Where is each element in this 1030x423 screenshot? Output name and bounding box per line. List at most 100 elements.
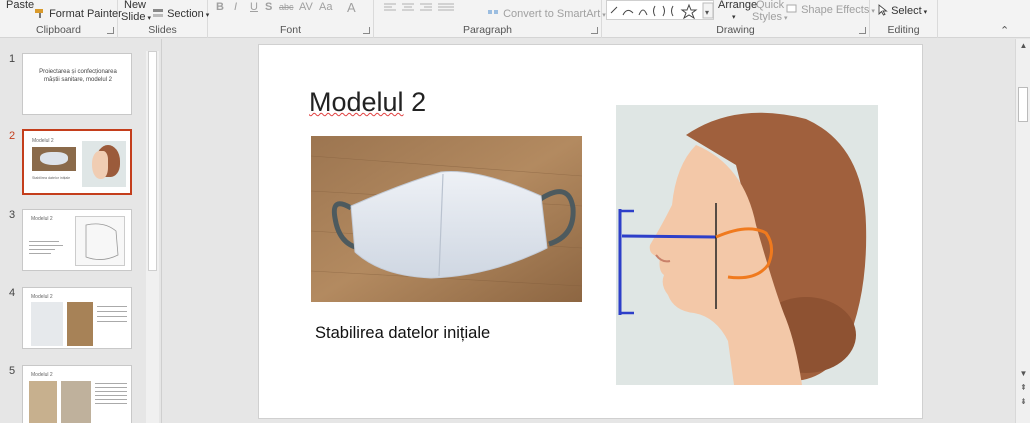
thumbnail-title: Modelul 2 [31, 294, 53, 300]
format-painter-button[interactable]: Format Painter [34, 8, 122, 20]
strikethrough-button[interactable]: abc [279, 2, 294, 12]
shadow-button[interactable]: S [265, 1, 272, 13]
thumbnail-text-lines [95, 380, 127, 423]
slide-thumbnail-5[interactable]: Modelul 2 [22, 365, 132, 423]
thumbnail-scrollbar[interactable] [146, 51, 159, 423]
section-label: Section [167, 8, 204, 20]
slide-title[interactable]: Modelul 2 [309, 87, 426, 118]
face-profile-drawing [616, 105, 878, 385]
thumbnail-photo-b [67, 302, 93, 346]
slides-group-label: Slides [148, 24, 177, 36]
select-label: Select [891, 5, 922, 17]
paste-button[interactable]: Paste [6, 0, 34, 11]
font-group: B I U S abc AV Aa A Font [208, 0, 374, 38]
clipboard-group-label: Clipboard [36, 24, 81, 36]
face-profile-photo[interactable] [616, 105, 878, 385]
chevron-down-icon: ▾ [923, 9, 928, 16]
thumbnail-title: Modelul 2 [32, 138, 54, 144]
thumbnail-number: 5 [9, 365, 16, 377]
shape-effects-label: Shape Effects [801, 4, 870, 16]
bold-button[interactable]: B [216, 1, 224, 13]
slide-title-word: Modelul [309, 87, 404, 117]
underline-button[interactable]: U [250, 1, 258, 13]
slides-group: New Slide ▾ Section ▾ Slides [118, 0, 209, 38]
font-launcher-icon[interactable] [363, 27, 370, 34]
mask-photo[interactable] [311, 136, 582, 302]
slide-scrollbar-thumb[interactable] [1018, 87, 1028, 122]
chevron-down-icon: ▾ [783, 15, 788, 22]
section-button[interactable]: Section ▾ [152, 8, 209, 20]
thumbnail-number: 3 [9, 209, 16, 221]
editing-group: Select ▾ Editing [870, 0, 938, 38]
svg-text:▾: ▾ [705, 8, 709, 17]
clipboard-group: Paste Format Painter Clipboard [0, 0, 122, 38]
thumbnail-number: 2 [9, 130, 16, 142]
thumbnail-photo-a [29, 381, 57, 423]
paragraph-group: Convert to SmartArt ▾ Paragraph [374, 0, 606, 38]
scroll-down-icon[interactable]: ▼ [1016, 369, 1030, 378]
editing-group-label: Editing [887, 24, 920, 36]
thumbnail-text-lines [29, 238, 65, 266]
thumbnail-number: 4 [9, 287, 16, 299]
columns-icon[interactable] [444, 2, 460, 14]
font-color-button[interactable]: A [347, 0, 356, 15]
drawing-group: ▾ Arrange ▾ Quick Styles ▾ Shape Effects ▾… [602, 0, 875, 38]
thumbnail-caption: Stabilirea datelor inițiale [32, 176, 71, 180]
new-slide-label-2[interactable]: Slide ▾ [121, 11, 151, 23]
convert-smartart-label: Convert to SmartArt [503, 8, 601, 20]
scroll-up-icon[interactable]: ▲ [1016, 41, 1030, 50]
italic-button[interactable]: I [234, 1, 237, 13]
clipboard-launcher-icon[interactable] [107, 27, 114, 34]
font-group-label: Font [279, 24, 301, 36]
shape-effects-icon [786, 4, 797, 13]
slide-thumbnail-3[interactable]: Modelul 2 [22, 209, 132, 271]
thumbnail-title: Modelul 2 [31, 216, 53, 222]
ribbon: Paste Format Painter Clipboard New Slide… [0, 0, 1030, 38]
thumbnail-photo-a [31, 302, 63, 346]
character-spacing-button[interactable]: AV [299, 1, 313, 13]
section-icon [153, 9, 163, 17]
shapes-gallery-icons: ▾ [610, 2, 714, 20]
slide-editor: Modelul 2 Stabilirea datelor inițiale [163, 39, 1015, 423]
arrange-button[interactable]: Arrange [718, 0, 757, 11]
thumbnail-scrollbar-thumb[interactable] [148, 51, 157, 271]
slide-caption[interactable]: Stabilirea datelor inițiale [315, 324, 490, 343]
thumbnail-text-lines [97, 302, 127, 342]
new-slide-button[interactable]: New [124, 0, 146, 11]
thumbnail-title: Proiectarea și confecționarea măștii san… [39, 69, 117, 83]
current-slide[interactable]: Modelul 2 Stabilirea datelor inițiale [258, 44, 923, 419]
cursor-arrow-icon [878, 4, 888, 16]
arrange-chevron-icon[interactable]: ▾ [730, 10, 736, 22]
thumbnail-number: 1 [9, 53, 16, 65]
quick-styles-text: Styles [752, 11, 782, 23]
collapse-ribbon-icon[interactable]: ⌃ [1000, 24, 1009, 37]
smartart-icon [488, 10, 498, 14]
quick-styles-label-2[interactable]: Styles ▾ [752, 11, 787, 23]
format-painter-icon [35, 9, 43, 18]
convert-smartart-button[interactable]: Convert to SmartArt ▾ [488, 8, 606, 20]
slide-title-number: 2 [403, 87, 427, 117]
chevron-down-icon: ▾ [147, 15, 151, 22]
new-slide-text: Slide [121, 11, 146, 23]
slide-thumbnail-2[interactable]: Modelul 2 Stabilirea datelor inițiale [22, 129, 132, 195]
drawing-group-label: Drawing [716, 24, 755, 36]
slide-thumbnail-1[interactable]: Proiectarea și confecționarea măștii san… [22, 53, 132, 115]
next-slide-icon[interactable]: ⇟ [1016, 397, 1030, 406]
previous-slide-icon[interactable]: ⇞ [1016, 383, 1030, 392]
thumbnail-pattern-image [75, 216, 125, 266]
quick-styles-button[interactable]: Quick [756, 0, 784, 11]
paragraph-group-label: Paragraph [462, 24, 513, 36]
slide-thumbnail-4[interactable]: Modelul 2 [22, 287, 132, 349]
mask-photo-drawing [311, 136, 582, 302]
shape-effects-button[interactable]: Shape Effects ▾ [786, 4, 875, 16]
drawing-launcher-icon[interactable] [859, 27, 866, 34]
thumbnail-face-photo [82, 141, 126, 187]
shapes-gallery[interactable]: ▾ [606, 0, 714, 20]
format-painter-label: Format Painter [49, 8, 122, 20]
slide-thumbnail-pane: 1 Proiectarea și confecționarea măștii s… [0, 39, 162, 423]
select-button[interactable]: Select ▾ [878, 4, 927, 17]
thumbnail-photo-b [61, 381, 91, 423]
change-case-button[interactable]: Aa [319, 1, 332, 13]
slide-scrollbar[interactable]: ▲ ▼ ⇞ ⇟ [1015, 39, 1030, 423]
paragraph-launcher-icon[interactable] [591, 27, 598, 34]
